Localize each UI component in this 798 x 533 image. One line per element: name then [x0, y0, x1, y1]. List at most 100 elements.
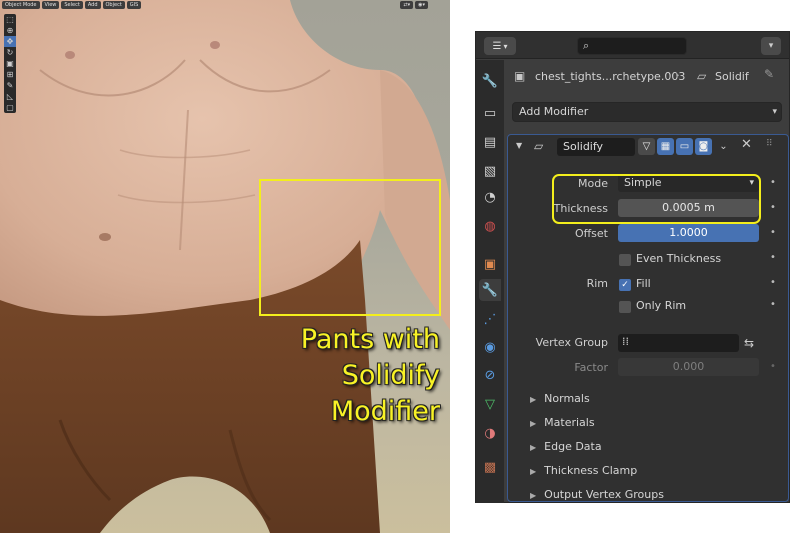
vertex-group-field[interactable]: ⁞⁞: [618, 334, 739, 352]
measure-icon[interactable]: ◺: [4, 91, 16, 102]
add-cube-icon[interactable]: ▢: [4, 102, 16, 113]
subpanel-output-vertex-groups[interactable]: ▶ Output Vertex Groups: [530, 488, 664, 501]
rotate-icon[interactable]: ↻: [4, 47, 16, 58]
solidify-modifier-icon: ▱: [534, 139, 544, 153]
mesh-object-icon: ▣: [514, 69, 526, 83]
collapse-arrow-icon[interactable]: ▼: [516, 141, 522, 150]
modifier-header: ▼ ▱ Solidify ▽ ▦ ▭ ◙ ⌄ ✕ ⠿: [508, 135, 788, 159]
cursor-icon[interactable]: ⊕: [4, 25, 16, 36]
modifier-icon[interactable]: 🔧: [479, 279, 501, 301]
subpanel-normals[interactable]: ▶ Normals: [530, 392, 590, 405]
output-icon[interactable]: ▤: [479, 131, 501, 153]
highlight-zoom-box: [259, 179, 441, 316]
keyframe-dot-icon[interactable]: •: [770, 252, 776, 263]
keyframe-dot-icon[interactable]: •: [770, 277, 776, 288]
modifier-name-field[interactable]: Solidify: [557, 138, 635, 156]
options-dropdown[interactable]: ▾: [761, 37, 781, 55]
subpanel-thickness-clamp[interactable]: ▶ Thickness Clamp: [530, 464, 637, 477]
even-thickness-checkbox[interactable]: [619, 254, 631, 266]
keyframe-dot-icon[interactable]: •: [770, 202, 776, 213]
select-menu[interactable]: Select: [61, 1, 83, 9]
tool-icon[interactable]: 🔧: [479, 70, 501, 92]
properties-editor-icon: ☰: [492, 40, 502, 52]
annotation-caption: Pants with Solidify Modifier: [250, 322, 440, 430]
chevron-down-icon: ▾: [768, 41, 774, 51]
subpanel-edge-data[interactable]: ▶ Edge Data: [530, 440, 602, 453]
keyframe-dot-icon[interactable]: •: [770, 361, 776, 372]
subpanel-label: Edge Data: [544, 440, 602, 453]
screenshot-root: Object Mode View Select Add Object GIS ⇄…: [0, 0, 798, 533]
search-input[interactable]: [598, 39, 684, 53]
select-box-icon[interactable]: ⬚: [4, 14, 16, 25]
physics-icon[interactable]: ◉: [479, 336, 501, 358]
only-rim-checkbox[interactable]: [619, 301, 631, 313]
chevron-down-icon: ▾: [772, 107, 777, 117]
view-layer-icon[interactable]: ▧: [479, 160, 501, 182]
3d-viewport[interactable]: Object Mode View Select Add Object GIS ⇄…: [0, 0, 450, 533]
keyframe-dot-icon[interactable]: •: [770, 227, 776, 238]
rim-label: Rim: [586, 277, 608, 290]
caption-line: Solidify: [341, 360, 440, 391]
object-context-row: ▣ chest_tights...rchetype.003 › ▱ Solidi…: [506, 60, 789, 92]
scene-icon[interactable]: ◔: [479, 186, 501, 208]
gizmo-toggle-icon[interactable]: ⇄▾: [400, 1, 414, 9]
only-rim-label: Only Rim: [636, 299, 687, 312]
vertex-group-icon: ⁞⁞: [622, 335, 629, 348]
pin-icon[interactable]: ✎: [764, 67, 774, 81]
transform-icon[interactable]: ⊞: [4, 69, 16, 80]
texture-icon[interactable]: ▩: [479, 456, 501, 478]
editor-type-button[interactable]: ☰ ▾: [484, 37, 516, 55]
properties-editor: ☰ ▾ ⌕ ▾ 🔧 ▭ ▤ ▧ ◔ ◍ ▣ 🔧 ⋰ ◉ ⊘ ▽ ◑ ▩ ▣ ch…: [475, 31, 790, 503]
invert-swap-icon[interactable]: ⇆: [740, 334, 758, 352]
breadcrumb-separator-icon: ›: [675, 68, 680, 82]
tool-shelf: ⬚ ⊕ ✥ ↻ ▣ ⊞ ✎ ◺ ▢: [4, 14, 16, 113]
solidify-modifier-panel: ▼ ▱ Solidify ▽ ▦ ▭ ◙ ⌄ ✕ ⠿ Mode Simple ▾: [507, 134, 789, 502]
object-name: chest_tights...rchetype.003: [535, 70, 686, 83]
expand-arrow-icon: ▶: [530, 443, 537, 452]
object-menu[interactable]: Object: [102, 1, 125, 9]
offset-slider[interactable]: 1.0000: [618, 224, 759, 242]
render-camera-icon[interactable]: ◙: [695, 138, 712, 155]
constraints-icon[interactable]: ⊘: [479, 364, 501, 386]
realtime-viewport-icon[interactable]: ▭: [676, 138, 693, 155]
scale-icon[interactable]: ▣: [4, 58, 16, 69]
edit-mode-icon[interactable]: ▦: [657, 138, 674, 155]
gis-menu[interactable]: GIS: [126, 1, 142, 9]
keyframe-dot-icon[interactable]: •: [770, 177, 776, 188]
fill-checkbox[interactable]: ✓: [619, 279, 631, 291]
view-menu[interactable]: View: [41, 1, 60, 9]
add-menu[interactable]: Add: [84, 1, 101, 9]
drag-handle-icon[interactable]: ⠿: [766, 139, 774, 149]
vertex-group-label: Vertex Group: [535, 336, 608, 349]
subpanel-label: Materials: [544, 416, 595, 429]
expand-arrow-icon: ▶: [530, 395, 537, 404]
even-thickness-label: Even Thickness: [636, 252, 722, 265]
search-field[interactable]: ⌕: [577, 37, 687, 55]
data-icon[interactable]: ▽: [479, 393, 501, 415]
subpanel-materials[interactable]: ▶ Materials: [530, 416, 595, 429]
material-icon[interactable]: ◑: [479, 422, 501, 444]
overlay-toggle-icon[interactable]: ◉▾: [415, 1, 428, 9]
subpanel-label: Normals: [544, 392, 590, 405]
navel: [99, 233, 111, 241]
add-modifier-button[interactable]: Add Modifier ▾: [512, 102, 782, 122]
nipple: [210, 41, 220, 49]
properties-header: ☰ ▾ ⌕ ▾: [476, 32, 789, 59]
properties-content: ▣ chest_tights...rchetype.003 › ▱ Solidi…: [506, 60, 789, 503]
annotate-icon[interactable]: ✎: [4, 80, 16, 91]
subpanel-label: Thickness Clamp: [544, 464, 638, 477]
fill-label: Fill: [636, 277, 651, 290]
on-cage-icon[interactable]: ▽: [638, 138, 655, 155]
move-icon[interactable]: ✥: [4, 36, 16, 47]
properties-tabs: 🔧 ▭ ▤ ▧ ◔ ◍ ▣ 🔧 ⋰ ◉ ⊘ ▽ ◑ ▩: [476, 60, 504, 503]
search-icon: ⌕: [583, 39, 590, 52]
render-icon[interactable]: ▭: [479, 102, 501, 124]
keyframe-dot-icon[interactable]: •: [770, 299, 776, 310]
chevron-down-icon[interactable]: ⌄: [715, 138, 732, 155]
mode-select[interactable]: Object Mode: [2, 1, 40, 9]
particles-icon[interactable]: ⋰: [479, 308, 501, 330]
factor-field[interactable]: 0.000: [618, 358, 759, 376]
close-icon[interactable]: ✕: [741, 137, 752, 152]
object-icon[interactable]: ▣: [479, 253, 501, 275]
world-icon[interactable]: ◍: [479, 215, 501, 237]
